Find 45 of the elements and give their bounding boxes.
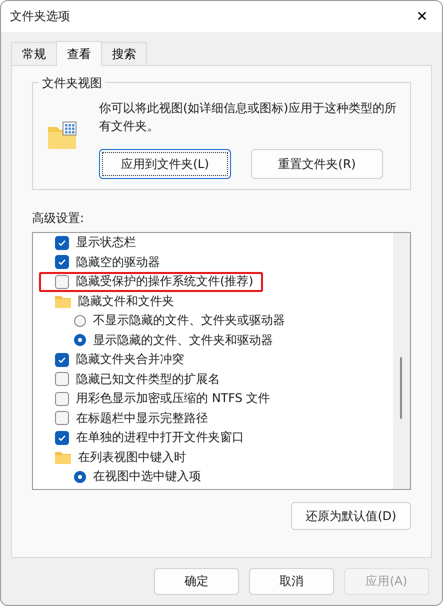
option-label: 隐藏已知文件类型的扩展名	[76, 370, 220, 388]
option-label: 用彩色显示加密或压缩的 NTFS 文件	[76, 390, 270, 408]
checkbox[interactable]	[55, 372, 69, 386]
option-label: 隐藏文件夹合并冲突	[76, 351, 184, 368]
option-label: 显示隐藏的文件、文件夹和驱动器	[93, 332, 273, 349]
check-icon	[57, 238, 67, 248]
option-label: 隐藏受保护的操作系统文件(推荐)	[76, 273, 254, 290]
folder-icon	[47, 121, 77, 151]
checkbox[interactable]	[55, 274, 69, 289]
group-label: 隐藏文件和文件夹	[78, 292, 174, 310]
option-label: 在视图中选中键入项	[93, 468, 201, 486]
tab[interactable]: 查看	[56, 41, 102, 66]
folder-icon	[55, 294, 71, 308]
tab[interactable]: 常规	[11, 42, 57, 65]
option-label: 显示状态栏	[76, 234, 136, 252]
radio-button[interactable]	[74, 470, 86, 483]
check-icon	[57, 354, 67, 365]
option-label: 在单独的进程中打开文件夹窗口	[76, 429, 244, 446]
folder-view-button[interactable]: 应用到文件夹(L)	[99, 149, 231, 179]
option-label: 不显示隐藏的文件、文件夹或驱动器	[93, 312, 285, 330]
group-title: 文件夹视图	[39, 75, 105, 92]
dialog-button[interactable]: 确定	[154, 568, 239, 595]
scrollbar-thumb[interactable]	[400, 357, 402, 419]
window-title: 文件夹选项	[10, 8, 70, 25]
folder-view-button[interactable]: 重置文件夹(R)	[251, 149, 383, 179]
checkbox[interactable]	[55, 236, 69, 250]
dialog-button[interactable]: 取消	[249, 568, 334, 595]
tab[interactable]: 搜索	[101, 42, 147, 65]
checkbox[interactable]	[55, 430, 69, 445]
group-label: 在列表视图中键入时	[78, 448, 186, 466]
checkbox[interactable]	[55, 392, 69, 406]
option-label: 在标题栏中显示完整路径	[76, 410, 208, 427]
checkbox[interactable]	[55, 352, 69, 367]
option-label: 隐藏空的驱动器	[76, 254, 160, 271]
restore-defaults-button[interactable]: 还原为默认值(D)	[291, 502, 411, 530]
description-text: 你可以将此视图(如详细信息或图标)应用于这种类型的所有文件夹。	[99, 100, 398, 135]
radio-button[interactable]	[74, 314, 86, 327]
section-label: 高级设置:	[32, 210, 86, 227]
checkbox[interactable]	[55, 411, 69, 426]
checkbox[interactable]	[55, 255, 69, 270]
check-icon	[57, 257, 67, 268]
close-button[interactable]: ✕	[402, 1, 442, 32]
radio-button[interactable]	[74, 334, 86, 346]
check-icon	[57, 432, 67, 443]
folder-icon	[55, 450, 71, 464]
